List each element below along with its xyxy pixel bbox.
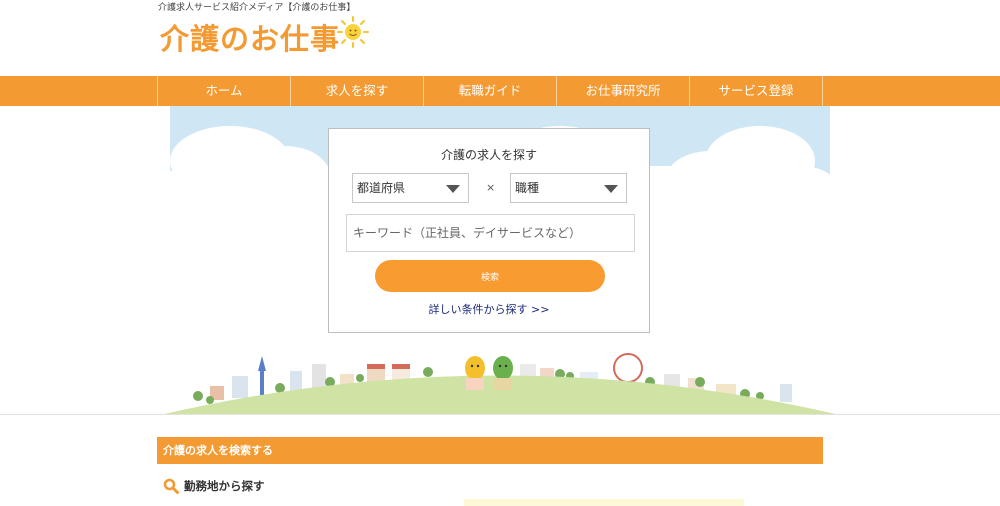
nav-home[interactable]: ホーム xyxy=(158,76,291,106)
search-by-location-heading: 勤務地から探す xyxy=(163,478,265,494)
tagline: 介護求人サービス紹介メディア【介護のお仕事】 xyxy=(158,3,356,13)
map-area-preview xyxy=(464,499,744,506)
search-icon xyxy=(163,478,179,494)
job-type-select-value: 職種 xyxy=(515,181,540,195)
job-search-panel: 介護の求人を探す 都道府県 × 職種 検索 詳しい条件から探す >> xyxy=(328,128,650,333)
advanced-search-link[interactable]: 詳しい条件から探す >> xyxy=(329,301,649,317)
logo-text: 介護のお仕事 xyxy=(160,22,341,56)
nav-career-guide[interactable]: 転職ガイド xyxy=(424,76,557,106)
prefecture-select[interactable]: 都道府県 xyxy=(352,173,469,203)
times-symbol: × xyxy=(486,181,496,194)
sub-heading-label: 勤務地から探す xyxy=(184,479,265,493)
search-button[interactable]: 検索 xyxy=(375,260,605,292)
site-logo[interactable]: 介護のお仕事 xyxy=(160,16,370,58)
section-title-bar: 介護の求人を検索する xyxy=(157,437,823,464)
hero-divider xyxy=(0,414,1000,415)
nav-job-lab[interactable]: お仕事研究所 xyxy=(557,76,690,106)
sun-icon xyxy=(337,16,370,48)
main-nav: ホーム 求人を探す 転職ガイド お仕事研究所 サービス登録 xyxy=(0,76,1000,106)
search-panel-title: 介護の求人を探す xyxy=(440,148,537,162)
job-type-select[interactable]: 職種 xyxy=(510,173,627,203)
chevron-down-icon xyxy=(604,185,618,193)
keyword-input[interactable] xyxy=(346,214,635,252)
prefecture-select-value: 都道府県 xyxy=(357,181,406,195)
nav-find-jobs[interactable]: 求人を探す xyxy=(291,76,424,106)
nav-service-register[interactable]: サービス登録 xyxy=(690,76,823,106)
chevron-down-icon xyxy=(446,185,460,193)
